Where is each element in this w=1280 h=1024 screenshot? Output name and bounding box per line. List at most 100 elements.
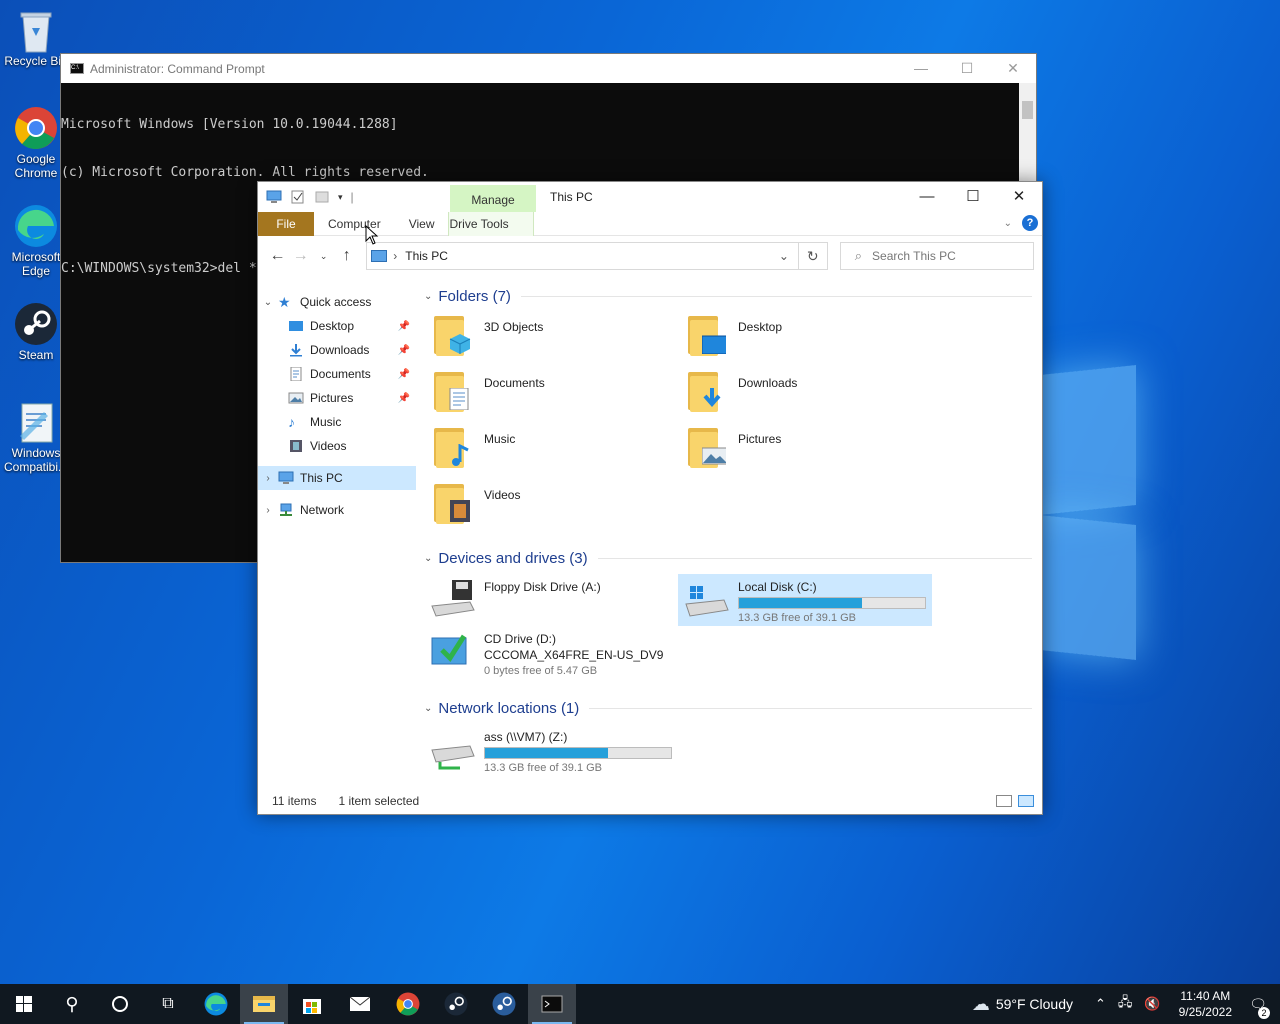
large-icons-view-icon[interactable] [1018,795,1034,807]
cloud-icon: ☁ [971,993,990,1014]
nav-network[interactable]: › Network [258,498,416,522]
new-folder-icon[interactable] [314,190,330,204]
folder-desktop[interactable]: Desktop [678,314,932,370]
nav-item-desktop[interactable]: Desktop 📌 [258,314,416,338]
task-view-button[interactable]: ⧉ [144,984,192,1024]
back-arrow-icon[interactable]: ← [266,247,289,265]
nav-item-documents[interactable]: Documents 📌 [258,362,416,386]
taskbar-mail[interactable] [336,984,384,1024]
action-center-button[interactable]: 🗨 2 [1244,996,1272,1019]
taskbar-edge[interactable] [192,984,240,1024]
expand-ribbon-icon[interactable]: ⌄ [1004,218,1012,229]
drive-local-c[interactable]: Local Disk (C:) 13.3 GB free of 39.1 GB [678,574,932,626]
up-arrow-icon[interactable]: ↑ [335,247,358,265]
forward-arrow-icon[interactable]: → [289,247,312,265]
taskbar-steam-2[interactable] [480,984,528,1024]
taskbar-command-prompt[interactable] [528,984,576,1024]
cmd-minimize-button[interactable]: — [898,60,944,77]
notification-count-badge: 2 [1258,1006,1270,1019]
tab-manage[interactable]: Manage [450,185,536,212]
explorer-minimize-button[interactable]: — [904,182,950,212]
collapse-chevron-icon[interactable]: ⌄ [424,703,432,714]
drive-floppy-a[interactable]: Floppy Disk Drive (A:) [424,574,678,626]
nav-quick-access[interactable]: ⌄ ★ Quick access [258,290,416,314]
address-dropdown-icon[interactable]: ⌄ [770,249,798,263]
group-header-network-locations[interactable]: ⌄ Network locations (1) [424,696,1042,720]
folder-downloads[interactable]: Downloads [678,370,932,426]
details-view-icon[interactable] [996,795,1012,807]
folder-videos[interactable]: Videos [424,482,678,538]
file-view[interactable]: ⌄ Folders (7) 3D Objects Desktop Documen… [416,276,1042,788]
recycle-bin-icon [14,8,58,53]
pin-icon[interactable]: 📌 [398,345,410,356]
search-box[interactable]: ⌕ Search This PC [839,242,1034,270]
tab-computer[interactable]: Computer [314,212,395,236]
expand-chevron-icon[interactable]: › [258,505,278,516]
cmd-maximize-button[interactable]: ☐ [944,60,990,77]
nav-this-pc[interactable]: › This PC [258,466,416,490]
taskbar-file-explorer[interactable] [240,984,288,1024]
breadcrumb-this-pc[interactable]: This PC [405,249,448,263]
collapse-chevron-icon[interactable]: ⌄ [258,297,278,308]
folder-pictures[interactable]: Pictures [678,426,932,482]
pin-icon[interactable]: 📌 [398,369,410,380]
tab-view[interactable]: View [395,212,449,236]
drive-volume-label: CCCOMA_X64FRE_EN-US_DV9 [484,648,664,662]
address-bar[interactable]: › This PC ⌄ [366,242,799,270]
clock[interactable]: 11:40 AM 9/25/2022 [1179,988,1232,1020]
nav-item-pictures[interactable]: Pictures 📌 [258,386,416,410]
help-icon[interactable]: ? [1022,215,1038,231]
start-button[interactable] [0,984,48,1024]
this-pc-icon [278,471,294,484]
explorer-close-button[interactable]: ✕ [996,182,1042,212]
folder-name: Documents [484,376,545,390]
tab-drive-tools[interactable]: Drive Tools [448,211,535,236]
weather-widget[interactable]: ☁ 59°F Cloudy [972,994,1073,1015]
qat-customize-icon[interactable]: ▾ [338,192,343,203]
group-title: Folders (7) [438,287,511,305]
drive-name: ass (\\VM7) (Z:) [484,730,568,744]
taskbar: ⚲ ⧉ ☁ 59°F Cloudy ⌃ 🖧 🔇 11:40 AM 9/25/20… [0,984,1280,1024]
search-input[interactable]: Search This PC [872,249,956,263]
nav-item-downloads[interactable]: Downloads 📌 [258,338,416,362]
collapse-chevron-icon[interactable]: ⌄ [424,291,432,302]
breadcrumb-separator-icon[interactable]: › [393,249,397,263]
search-taskbar-button[interactable]: ⚲ [48,984,96,1024]
collapse-chevron-icon[interactable]: ⌄ [424,553,432,564]
folder-3d-objects[interactable]: 3D Objects [424,314,678,370]
explorer-maximize-button[interactable]: ☐ [950,182,996,212]
drive-cd-d[interactable]: CD Drive (D:) CCCOMA_X64FRE_EN-US_DV9 0 … [424,626,678,688]
cmd-scroll-thumb[interactable] [1022,101,1033,119]
drive-network-z[interactable]: ass (\\VM7) (Z:) 13.3 GB free of 39.1 GB [424,724,678,776]
expand-chevron-icon[interactable]: › [258,473,278,484]
nav-item-videos[interactable]: Videos [258,434,416,458]
desktop-icon [289,321,303,331]
network-status-icon[interactable]: 🖧 [1118,993,1133,1015]
cortana-button[interactable] [96,984,144,1024]
music-note-icon [452,444,469,466]
folder-music[interactable]: Music [424,426,678,482]
cmd-close-button[interactable]: ✕ [990,60,1036,77]
taskbar-chrome[interactable] [384,984,432,1024]
file-explorer-window[interactable]: ▾ | Manage This PC — ☐ ✕ File Computer V… [257,181,1043,815]
folder-documents[interactable]: Documents [424,370,678,426]
navigation-pane[interactable]: ⌄ ★ Quick access Desktop 📌 Downloads 📌 D… [258,276,416,788]
drive-name: Local Disk (C:) [738,580,817,594]
group-header-devices[interactable]: ⌄ Devices and drives (3) [424,546,1042,570]
cmd-titlebar[interactable]: C:\ Administrator: Command Prompt — ☐ ✕ [61,54,1036,83]
nav-item-music[interactable]: ♪ Music [258,410,416,434]
recent-locations-icon[interactable]: ⌄ [312,251,335,262]
properties-icon[interactable] [290,190,306,204]
tab-file[interactable]: File [258,211,314,236]
taskbar-steam[interactable] [432,984,480,1024]
explorer-titlebar[interactable]: ▾ | Manage This PC — ☐ ✕ [258,182,1042,212]
steam-icon [444,992,468,1016]
show-hidden-icons-icon[interactable]: ⌃ [1095,996,1106,1012]
pin-icon[interactable]: 📌 [398,321,410,332]
steam-icon [14,302,58,346]
taskbar-store[interactable] [288,984,336,1024]
pin-icon[interactable]: 📌 [398,393,410,404]
refresh-icon[interactable]: ↻ [798,242,828,270]
volume-muted-icon[interactable]: 🔇 [1144,996,1160,1012]
group-header-folders[interactable]: ⌄ Folders (7) [424,284,1042,308]
